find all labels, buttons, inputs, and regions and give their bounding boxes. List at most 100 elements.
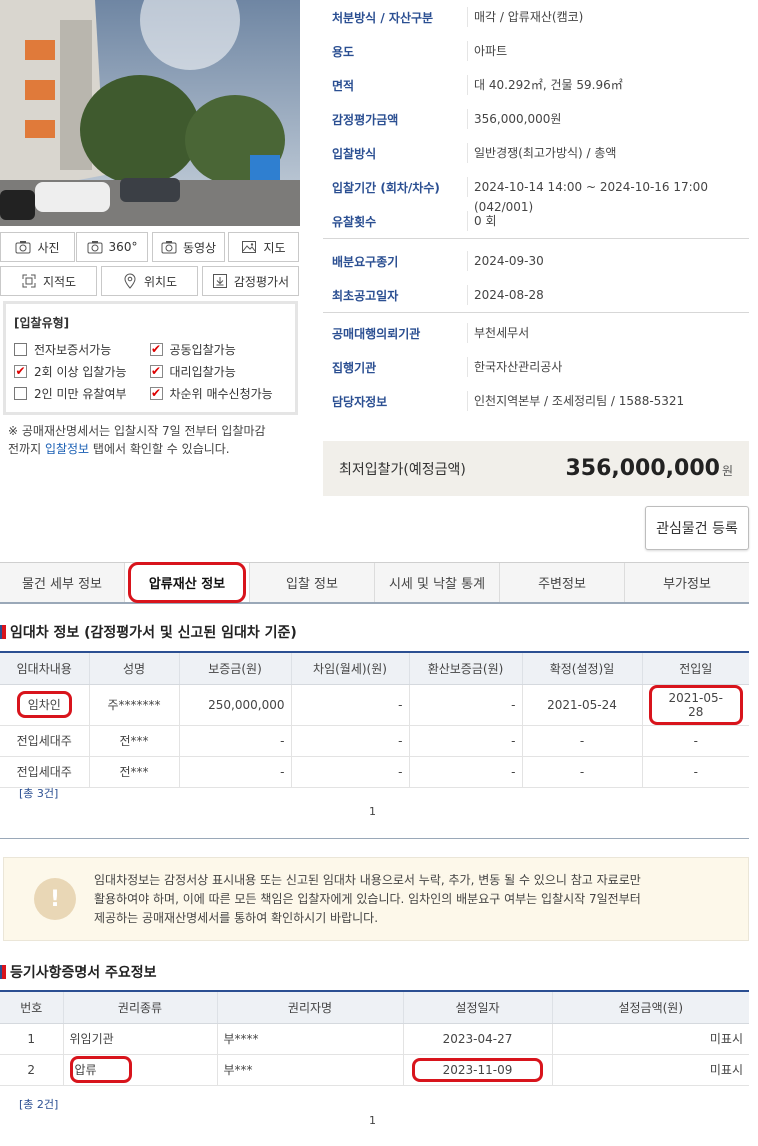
tenant-warning-box: ! 임대차정보는 감정서상 표시내용 또는 신고된 임대차 내용으로서 누락, … — [3, 857, 749, 941]
info-row: 담당자정보 인천지역본부 / 조세정리팀 / 1588-5321 — [323, 384, 749, 418]
checkmark-icon[interactable]: ✔ — [149, 386, 163, 400]
table-cell: 1 — [0, 1023, 64, 1055]
tab-nearby-info[interactable]: 주변정보 — [500, 563, 625, 602]
table-cell: - — [642, 756, 749, 788]
cell-text: 미표시 — [709, 1063, 743, 1077]
info-key: 배분요구종기 — [332, 254, 399, 269]
table-row: 전입세대주 전*** - - - - - — [0, 725, 749, 757]
registry-total-count: [총 2건] — [19, 1098, 59, 1111]
info-key: 공매대행의뢰기관 — [332, 326, 421, 341]
view360-button-label: 360° — [108, 240, 138, 254]
cell-text: 2023-11-09 — [411, 1057, 544, 1082]
camera-icon — [87, 241, 103, 254]
registry-table: 번호 권리종류 권리자명 설정일자 설정금액(원) 1 위임기관 부**** 2023-04-… — [0, 990, 749, 1086]
column-header: 성명 — [89, 653, 180, 685]
bid-type-label: 대리입찰가능 — [169, 364, 236, 379]
bid-type-checkbox[interactable]: ✔ 대리입찰가능 — [149, 363, 287, 380]
info-value: 아파트 — [467, 41, 749, 61]
video-button[interactable]: 동영상 — [152, 232, 225, 262]
table-cell: - — [409, 756, 523, 788]
tab-bid-info[interactable]: 입찰 정보 — [250, 563, 375, 602]
download-icon — [212, 274, 227, 288]
bid-type-checkbox[interactable]: ✔ 차순위 매수신청가능 — [149, 385, 287, 402]
table-cell: 미표시 — [552, 1054, 749, 1086]
table-row: 1 위임기관 부**** 2023-04-27 미표시 — [0, 1023, 749, 1055]
location-map-button-label: 위치도 — [143, 274, 178, 289]
add-favorite-button[interactable]: 관심물건 등록 — [645, 506, 749, 550]
table-cell: 전입세대주 — [0, 756, 90, 788]
table-cell: - — [522, 725, 643, 757]
cadastral-map-button[interactable]: 지적도 — [0, 266, 97, 296]
tenant-page-number[interactable]: 1 — [369, 805, 376, 818]
exclamation-icon: ! — [34, 878, 76, 920]
cell-text: 전입세대주 — [16, 765, 72, 779]
table-cell: 부**** — [217, 1023, 404, 1055]
column-header: 설정금액(원) — [552, 992, 749, 1024]
column-header: 설정일자 — [403, 992, 553, 1024]
table-cell: 주******* — [89, 684, 180, 726]
column-header: 권리종류 — [63, 992, 218, 1024]
tab-item-details[interactable]: 물건 세부 정보 — [0, 563, 125, 602]
min-bid-unit: 원 — [721, 464, 733, 478]
table-cell: 전*** — [89, 756, 180, 788]
empty-checkbox-icon[interactable] — [14, 386, 27, 400]
info-key: 담당자정보 — [332, 394, 388, 409]
notice-line2-pre: 전까지 — [8, 442, 45, 456]
notice-line2-post: 탭에서 확인할 수 있습니다. — [89, 442, 230, 456]
tab-market-stats[interactable]: 시세 및 낙찰 통계 — [375, 563, 500, 602]
map-button[interactable]: 지도 — [228, 232, 299, 262]
info-row: 배분요구종기 2024-09-30 — [323, 244, 749, 278]
table-cell: - — [179, 725, 292, 757]
tenant-section-title-text: 임대차 정보 (감정평가서 및 신고된 임대차 기준) — [10, 625, 297, 641]
bid-type-checkbox[interactable]: ✔ 공동입찰가능 — [149, 341, 287, 358]
table-row: 임차인 주******* 250,000,000 - - 2021-05-24 2021-0… — [0, 684, 749, 726]
bid-type-checkbox[interactable]: 전자보증서가능 — [14, 341, 150, 358]
expand-frame-icon — [22, 274, 36, 288]
tab-seized-property[interactable]: 압류재산 정보 — [125, 562, 250, 603]
info-key: 입찰기간 (회차/차수) — [332, 180, 440, 195]
bid-type-checkbox[interactable]: ✔ 2회 이상 입찰가능 — [14, 363, 150, 380]
cell-text: - — [280, 733, 285, 748]
divider — [0, 838, 749, 839]
info-row: 감정평가금액 356,000,000원 — [323, 102, 749, 136]
table-cell: 전입세대주 — [0, 725, 90, 757]
table-cell: - — [291, 684, 410, 726]
checkmark-icon[interactable]: ✔ — [149, 364, 163, 378]
table-cell: - — [522, 756, 643, 788]
appraisal-report-button[interactable]: 감정평가서 — [202, 266, 299, 296]
cell-text: 2023-04-27 — [442, 1031, 513, 1046]
bid-type-label: 2회 이상 입찰가능 — [34, 364, 127, 379]
map-button-label: 지도 — [263, 240, 286, 255]
min-bid-box: 최저입찰가(예정금액) 356,000,000 원 — [323, 441, 749, 496]
checkmark-icon[interactable]: ✔ — [149, 342, 163, 356]
bid-type-checkbox[interactable]: 2인 미만 유찰여부 — [14, 385, 150, 402]
tab-label: 시세 및 낙찰 통계 — [388, 577, 486, 592]
column-header: 차임(월세)(원) — [291, 653, 410, 685]
table-cell: 2021-05-28 — [642, 684, 749, 726]
cell-text: - — [398, 764, 403, 779]
cell-text: 압류 — [69, 1056, 132, 1083]
empty-checkbox-icon[interactable] — [14, 342, 27, 356]
column-header: 환산보증금(원) — [409, 653, 523, 685]
photo-button[interactable]: 사진 — [0, 232, 75, 262]
checkmark-icon[interactable]: ✔ — [14, 364, 27, 378]
tab-additional-info[interactable]: 부가정보 — [625, 563, 749, 602]
cell-text: - — [511, 764, 516, 779]
column-header: 권리자명 — [217, 992, 404, 1024]
property-photo[interactable] — [0, 0, 300, 226]
cell-text: - — [280, 764, 285, 779]
tab-label: 압류재산 정보 — [127, 562, 247, 603]
tab-label: 물건 세부 정보 — [21, 577, 103, 592]
table-cell: 압류 — [63, 1054, 218, 1086]
info-value: 356,000,000원 — [467, 109, 749, 129]
info-value: 매각 / 압류재산(캠코) — [467, 7, 749, 27]
column-header: 전입일 — [642, 653, 749, 685]
location-map-button[interactable]: 위치도 — [101, 266, 198, 296]
info-row: 공매대행의뢰기관 부천세무서 — [323, 316, 749, 350]
table-cell: 임차인 — [0, 684, 90, 726]
bid-info-link[interactable]: 입찰정보 — [45, 442, 89, 456]
view360-button[interactable]: 360° — [76, 232, 148, 262]
bid-type-label: 차순위 매수신청가능 — [169, 386, 273, 401]
registry-page-number[interactable]: 1 — [369, 1114, 376, 1127]
camera-icon — [161, 241, 177, 254]
